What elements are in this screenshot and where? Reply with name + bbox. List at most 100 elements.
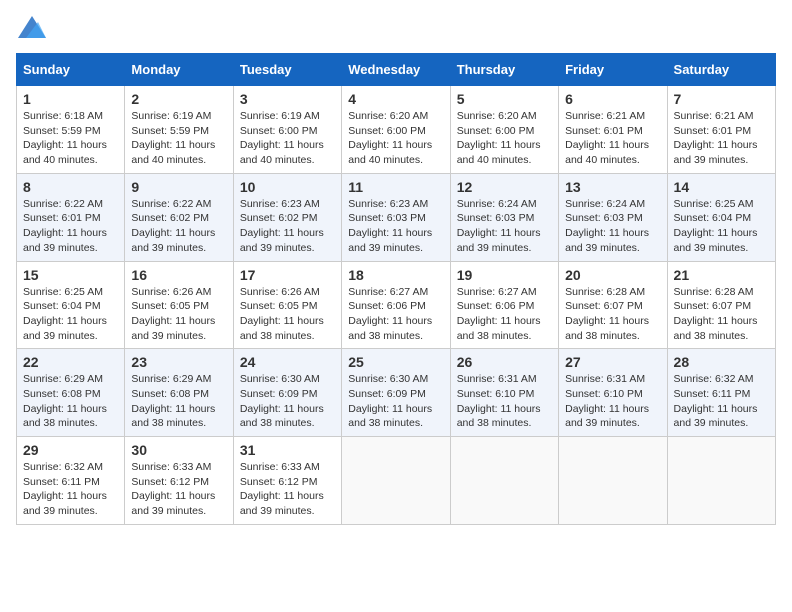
calendar-cell: 14 Sunrise: 6:25 AMSunset: 6:04 PMDaylig… (667, 173, 775, 261)
calendar-cell (559, 437, 667, 525)
col-friday: Friday (559, 54, 667, 86)
day-number: 4 (348, 91, 443, 107)
calendar-cell: 11 Sunrise: 6:23 AMSunset: 6:03 PMDaylig… (342, 173, 450, 261)
day-info: Sunrise: 6:30 AMSunset: 6:09 PMDaylight:… (348, 373, 432, 429)
day-number: 12 (457, 179, 552, 195)
calendar-week-3: 15 Sunrise: 6:25 AMSunset: 6:04 PMDaylig… (17, 261, 776, 349)
day-info: Sunrise: 6:31 AMSunset: 6:10 PMDaylight:… (565, 373, 649, 429)
day-number: 22 (23, 354, 118, 370)
day-info: Sunrise: 6:22 AMSunset: 6:01 PMDaylight:… (23, 198, 107, 254)
calendar-cell: 16 Sunrise: 6:26 AMSunset: 6:05 PMDaylig… (125, 261, 233, 349)
day-info: Sunrise: 6:27 AMSunset: 6:06 PMDaylight:… (348, 286, 432, 342)
day-number: 11 (348, 179, 443, 195)
day-info: Sunrise: 6:28 AMSunset: 6:07 PMDaylight:… (565, 286, 649, 342)
day-number: 21 (674, 267, 769, 283)
calendar-week-1: 1 Sunrise: 6:18 AMSunset: 5:59 PMDayligh… (17, 86, 776, 174)
calendar-cell: 10 Sunrise: 6:23 AMSunset: 6:02 PMDaylig… (233, 173, 341, 261)
calendar-cell: 24 Sunrise: 6:30 AMSunset: 6:09 PMDaylig… (233, 349, 341, 437)
day-info: Sunrise: 6:25 AMSunset: 6:04 PMDaylight:… (674, 198, 758, 254)
day-info: Sunrise: 6:26 AMSunset: 6:05 PMDaylight:… (131, 286, 215, 342)
calendar-header-row: Sunday Monday Tuesday Wednesday Thursday… (17, 54, 776, 86)
calendar-cell: 23 Sunrise: 6:29 AMSunset: 6:08 PMDaylig… (125, 349, 233, 437)
day-info: Sunrise: 6:31 AMSunset: 6:10 PMDaylight:… (457, 373, 541, 429)
calendar-cell (667, 437, 775, 525)
day-number: 25 (348, 354, 443, 370)
calendar-week-2: 8 Sunrise: 6:22 AMSunset: 6:01 PMDayligh… (17, 173, 776, 261)
day-info: Sunrise: 6:23 AMSunset: 6:03 PMDaylight:… (348, 198, 432, 254)
calendar-cell: 18 Sunrise: 6:27 AMSunset: 6:06 PMDaylig… (342, 261, 450, 349)
day-info: Sunrise: 6:19 AMSunset: 5:59 PMDaylight:… (131, 110, 215, 166)
logo-icon (18, 16, 46, 38)
day-number: 29 (23, 442, 118, 458)
day-info: Sunrise: 6:26 AMSunset: 6:05 PMDaylight:… (240, 286, 324, 342)
day-number: 6 (565, 91, 660, 107)
day-number: 5 (457, 91, 552, 107)
calendar-table: Sunday Monday Tuesday Wednesday Thursday… (16, 53, 776, 525)
day-info: Sunrise: 6:27 AMSunset: 6:06 PMDaylight:… (457, 286, 541, 342)
day-number: 28 (674, 354, 769, 370)
day-number: 18 (348, 267, 443, 283)
day-info: Sunrise: 6:24 AMSunset: 6:03 PMDaylight:… (565, 198, 649, 254)
day-number: 30 (131, 442, 226, 458)
day-number: 13 (565, 179, 660, 195)
calendar-cell: 22 Sunrise: 6:29 AMSunset: 6:08 PMDaylig… (17, 349, 125, 437)
calendar-cell: 8 Sunrise: 6:22 AMSunset: 6:01 PMDayligh… (17, 173, 125, 261)
day-number: 2 (131, 91, 226, 107)
col-saturday: Saturday (667, 54, 775, 86)
calendar-week-5: 29 Sunrise: 6:32 AMSunset: 6:11 PMDaylig… (17, 437, 776, 525)
day-number: 15 (23, 267, 118, 283)
day-number: 19 (457, 267, 552, 283)
calendar-cell: 29 Sunrise: 6:32 AMSunset: 6:11 PMDaylig… (17, 437, 125, 525)
calendar-cell: 3 Sunrise: 6:19 AMSunset: 6:00 PMDayligh… (233, 86, 341, 174)
calendar-cell: 6 Sunrise: 6:21 AMSunset: 6:01 PMDayligh… (559, 86, 667, 174)
day-number: 8 (23, 179, 118, 195)
day-info: Sunrise: 6:32 AMSunset: 6:11 PMDaylight:… (674, 373, 758, 429)
col-tuesday: Tuesday (233, 54, 341, 86)
day-number: 31 (240, 442, 335, 458)
day-number: 26 (457, 354, 552, 370)
calendar-cell (342, 437, 450, 525)
day-info: Sunrise: 6:33 AMSunset: 6:12 PMDaylight:… (240, 461, 324, 517)
day-info: Sunrise: 6:24 AMSunset: 6:03 PMDaylight:… (457, 198, 541, 254)
day-number: 9 (131, 179, 226, 195)
day-info: Sunrise: 6:20 AMSunset: 6:00 PMDaylight:… (457, 110, 541, 166)
calendar-cell: 25 Sunrise: 6:30 AMSunset: 6:09 PMDaylig… (342, 349, 450, 437)
calendar-cell: 12 Sunrise: 6:24 AMSunset: 6:03 PMDaylig… (450, 173, 558, 261)
calendar-week-4: 22 Sunrise: 6:29 AMSunset: 6:08 PMDaylig… (17, 349, 776, 437)
page-header (16, 16, 776, 43)
day-info: Sunrise: 6:20 AMSunset: 6:00 PMDaylight:… (348, 110, 432, 166)
calendar-cell: 9 Sunrise: 6:22 AMSunset: 6:02 PMDayligh… (125, 173, 233, 261)
day-info: Sunrise: 6:22 AMSunset: 6:02 PMDaylight:… (131, 198, 215, 254)
day-info: Sunrise: 6:19 AMSunset: 6:00 PMDaylight:… (240, 110, 324, 166)
day-info: Sunrise: 6:21 AMSunset: 6:01 PMDaylight:… (565, 110, 649, 166)
day-number: 27 (565, 354, 660, 370)
calendar-cell: 7 Sunrise: 6:21 AMSunset: 6:01 PMDayligh… (667, 86, 775, 174)
calendar-cell: 13 Sunrise: 6:24 AMSunset: 6:03 PMDaylig… (559, 173, 667, 261)
day-number: 23 (131, 354, 226, 370)
calendar-cell: 15 Sunrise: 6:25 AMSunset: 6:04 PMDaylig… (17, 261, 125, 349)
calendar-cell (450, 437, 558, 525)
day-info: Sunrise: 6:29 AMSunset: 6:08 PMDaylight:… (131, 373, 215, 429)
day-info: Sunrise: 6:29 AMSunset: 6:08 PMDaylight:… (23, 373, 107, 429)
col-wednesday: Wednesday (342, 54, 450, 86)
calendar-cell: 28 Sunrise: 6:32 AMSunset: 6:11 PMDaylig… (667, 349, 775, 437)
calendar-cell: 2 Sunrise: 6:19 AMSunset: 5:59 PMDayligh… (125, 86, 233, 174)
day-info: Sunrise: 6:25 AMSunset: 6:04 PMDaylight:… (23, 286, 107, 342)
day-info: Sunrise: 6:21 AMSunset: 6:01 PMDaylight:… (674, 110, 758, 166)
day-number: 1 (23, 91, 118, 107)
calendar-cell: 21 Sunrise: 6:28 AMSunset: 6:07 PMDaylig… (667, 261, 775, 349)
calendar-cell: 17 Sunrise: 6:26 AMSunset: 6:05 PMDaylig… (233, 261, 341, 349)
day-number: 16 (131, 267, 226, 283)
day-number: 3 (240, 91, 335, 107)
col-thursday: Thursday (450, 54, 558, 86)
day-number: 14 (674, 179, 769, 195)
day-number: 17 (240, 267, 335, 283)
calendar-cell: 5 Sunrise: 6:20 AMSunset: 6:00 PMDayligh… (450, 86, 558, 174)
col-sunday: Sunday (17, 54, 125, 86)
calendar-cell: 31 Sunrise: 6:33 AMSunset: 6:12 PMDaylig… (233, 437, 341, 525)
day-number: 7 (674, 91, 769, 107)
day-info: Sunrise: 6:32 AMSunset: 6:11 PMDaylight:… (23, 461, 107, 517)
calendar-cell: 20 Sunrise: 6:28 AMSunset: 6:07 PMDaylig… (559, 261, 667, 349)
day-info: Sunrise: 6:30 AMSunset: 6:09 PMDaylight:… (240, 373, 324, 429)
col-monday: Monday (125, 54, 233, 86)
